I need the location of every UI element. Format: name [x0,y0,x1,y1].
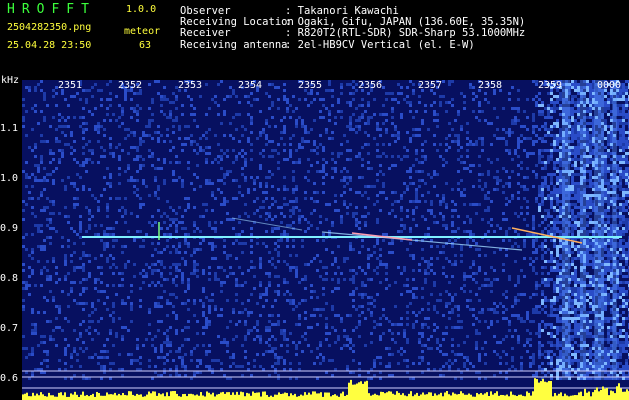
x-tick-label: 2355 [298,80,323,91]
x-tick-label: 2351 [58,80,83,91]
interference-band [612,80,617,380]
y-tick-label: 1.0 [0,173,19,184]
file-name: 2504282350.png [7,22,92,33]
x-tick-label: 2358 [478,80,503,91]
meteor-label: meteor [124,26,161,37]
info-value-location: : Ogaki, Gifu, JAPAN (136.60E, 35.35N) [285,16,526,28]
hrofft-window: HROFFT 1.0.0 2504282350.png meteor 25.04… [0,0,629,400]
app-title: HROFFT [7,2,96,17]
info-label-receiver: Receiver [180,27,231,39]
y-tick-label: 1.1 [0,123,19,134]
interference-band [594,80,604,380]
info-label-antenna: Receiving antenna [180,39,288,51]
info-label-location: Receiving Location [180,16,294,28]
x-tick-label: 2356 [358,80,383,91]
meteor-count: 63 [139,40,152,51]
x-tick-label: 2352 [118,80,143,91]
y-tick-label: 0.6 [0,373,19,384]
info-value-observer: : Takanori Kawachi [285,5,399,17]
spectrogram-canvas [22,80,629,400]
y-tick-label: 0.9 [0,223,19,234]
info-value-antenna: : 2el-HB9CV Vertical (el. E-W) [285,39,475,51]
y-axis-unit: kHz [1,75,20,86]
info-value-receiver: : R820T2(RTL-SDR) SDR-Sharp 53.1000MHz [285,27,526,39]
x-tick-label: 2353 [178,80,203,91]
x-tick-label: 2359 [538,80,563,91]
x-tick-label: 0000 [597,80,622,91]
interference-band [580,80,586,380]
x-tick-label: 2357 [418,80,443,91]
y-tick-label: 0.7 [0,323,19,334]
interference-band [562,80,570,380]
app-version: 1.0.0 [126,4,157,15]
timestamp: 25.04.28 23:50 [7,40,92,51]
info-label-observer: Observer [180,5,231,17]
spectrogram-plot [22,80,629,400]
y-tick-label: 0.8 [0,273,19,284]
x-tick-label: 2354 [238,80,263,91]
